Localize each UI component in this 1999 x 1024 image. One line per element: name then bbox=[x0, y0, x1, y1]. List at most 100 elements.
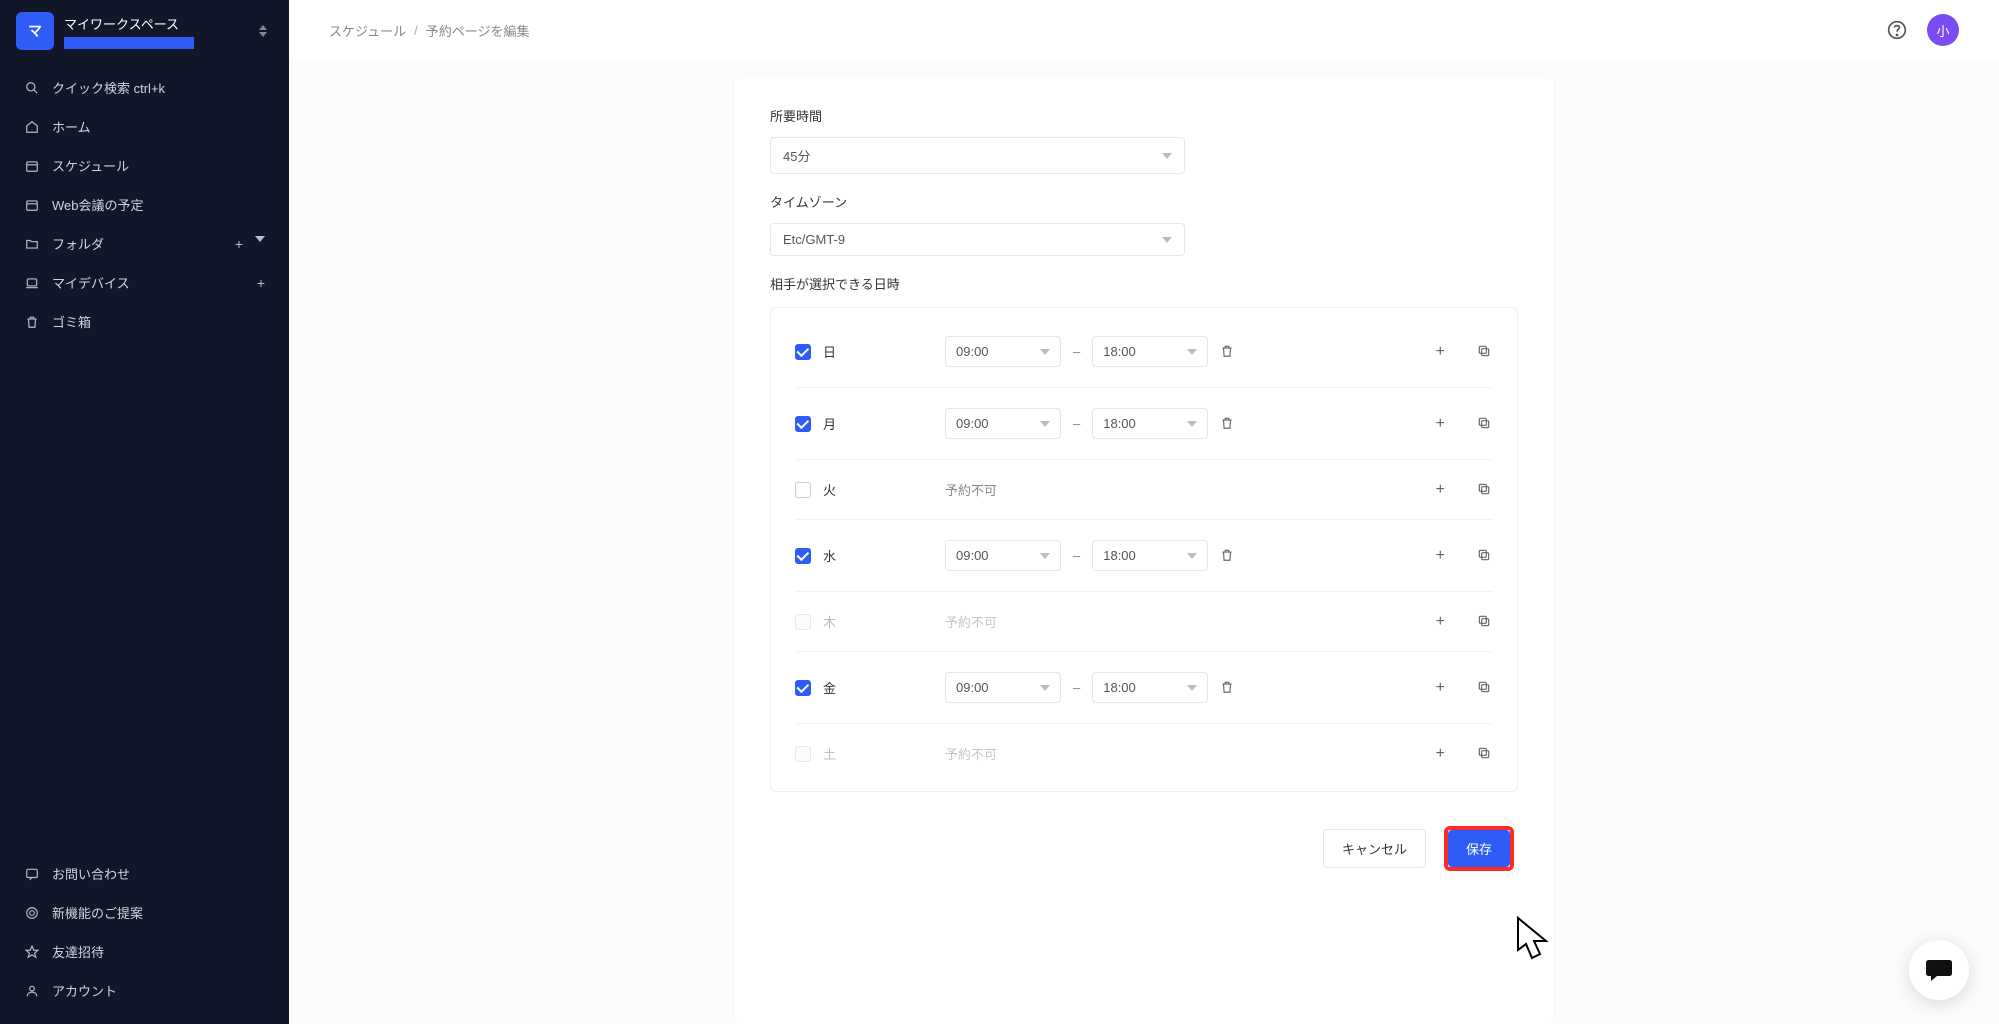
nav-list-main: クイック検索 ctrl+k ホーム スケジュール Web会議の予定 フォルダ bbox=[0, 62, 289, 347]
nav-invite[interactable]: 友達招待 bbox=[0, 932, 289, 971]
chevron-down-icon bbox=[1040, 685, 1050, 691]
nav-trash[interactable]: ゴミ箱 bbox=[0, 302, 289, 341]
calendar-icon bbox=[24, 158, 40, 174]
time-dash: – bbox=[1073, 416, 1080, 431]
availability-label: 相手が選択できる日時 bbox=[770, 274, 1518, 293]
nav-account[interactable]: アカウント bbox=[0, 971, 289, 1010]
sidebar: マ マイワークスペース クイック検索 ctrl+k ホーム スケジュ bbox=[0, 0, 289, 1024]
time-dash: – bbox=[1073, 548, 1080, 563]
copy-slot-icon[interactable] bbox=[1477, 614, 1493, 630]
folder-add-icon[interactable]: + bbox=[235, 236, 243, 252]
day-end-select[interactable]: 18:00 bbox=[1092, 408, 1208, 439]
cancel-button[interactable]: キャンセル bbox=[1323, 829, 1426, 868]
delete-slot-icon[interactable] bbox=[1220, 344, 1236, 360]
add-slot-icon[interactable]: + bbox=[1436, 745, 1445, 763]
topbar: スケジュール / 予約ページを編集 小 bbox=[289, 0, 1999, 60]
chevron-down-icon bbox=[1187, 421, 1197, 427]
day-end-select[interactable]: 18:00 bbox=[1092, 336, 1208, 367]
calendar-icon bbox=[24, 197, 40, 213]
breadcrumb-parent[interactable]: スケジュール bbox=[329, 21, 406, 40]
day-checkbox[interactable] bbox=[795, 680, 811, 696]
day-start-select[interactable]: 09:00 bbox=[945, 408, 1061, 439]
nav-folder[interactable]: フォルダ + bbox=[0, 224, 289, 263]
time-dash: – bbox=[1073, 680, 1080, 695]
day-name: 月 bbox=[823, 414, 836, 433]
day-row: 日 09:00 – 18:00 + bbox=[795, 316, 1493, 387]
folder-chevron-down-icon[interactable] bbox=[255, 236, 265, 252]
day-name: 火 bbox=[823, 480, 836, 499]
chat-icon bbox=[24, 866, 40, 882]
search-icon bbox=[24, 80, 40, 96]
day-name: 金 bbox=[823, 678, 836, 697]
form-footer: キャンセル 保存 bbox=[770, 792, 1518, 875]
day-row: 土 予約不可 + bbox=[795, 723, 1493, 783]
star-icon bbox=[24, 944, 40, 960]
day-checkbox[interactable] bbox=[795, 548, 811, 564]
add-slot-icon[interactable]: + bbox=[1436, 415, 1445, 433]
day-start-select[interactable]: 09:00 bbox=[945, 336, 1061, 367]
workspace-subtitle-highlight bbox=[64, 37, 194, 49]
workspace-badge: マ bbox=[16, 12, 54, 50]
copy-slot-icon[interactable] bbox=[1477, 416, 1493, 432]
chevron-down-icon bbox=[1187, 553, 1197, 559]
copy-slot-icon[interactable] bbox=[1477, 746, 1493, 762]
home-icon bbox=[24, 119, 40, 135]
day-checkbox[interactable] bbox=[795, 614, 811, 630]
copy-slot-icon[interactable] bbox=[1477, 344, 1493, 360]
duration-select[interactable]: 45分 bbox=[770, 137, 1185, 174]
add-slot-icon[interactable]: + bbox=[1436, 547, 1445, 565]
nav-schedule[interactable]: スケジュール bbox=[0, 146, 289, 185]
day-end-select[interactable]: 18:00 bbox=[1092, 672, 1208, 703]
device-add-icon[interactable]: + bbox=[257, 275, 265, 291]
day-row: 火 予約不可 + bbox=[795, 459, 1493, 519]
day-unavailable: 予約不可 bbox=[945, 744, 997, 763]
delete-slot-icon[interactable] bbox=[1220, 548, 1236, 564]
timezone-label: タイムゾーン bbox=[770, 192, 1518, 211]
target-icon bbox=[24, 905, 40, 921]
timezone-select[interactable]: Etc/GMT-9 bbox=[770, 223, 1185, 256]
add-slot-icon[interactable]: + bbox=[1436, 481, 1445, 499]
nav-home[interactable]: ホーム bbox=[0, 107, 289, 146]
nav-my-device[interactable]: マイデバイス + bbox=[0, 263, 289, 302]
availability-box: 日 09:00 – 18:00 + 月 09:00 – 18:00 + bbox=[770, 307, 1518, 792]
chevron-down-icon bbox=[1040, 553, 1050, 559]
delete-slot-icon[interactable] bbox=[1220, 416, 1236, 432]
day-end-select[interactable]: 18:00 bbox=[1092, 540, 1208, 571]
copy-slot-icon[interactable] bbox=[1477, 482, 1493, 498]
copy-slot-icon[interactable] bbox=[1477, 548, 1493, 564]
avatar[interactable]: 小 bbox=[1927, 14, 1959, 46]
chevron-down-icon bbox=[1040, 421, 1050, 427]
folder-icon bbox=[24, 236, 40, 252]
nav-contact[interactable]: お問い合わせ bbox=[0, 854, 289, 893]
breadcrumb-separator: / bbox=[414, 23, 418, 38]
day-checkbox[interactable] bbox=[795, 344, 811, 360]
day-checkbox[interactable] bbox=[795, 482, 811, 498]
duration-label: 所要時間 bbox=[770, 106, 1518, 125]
day-row: 金 09:00 – 18:00 + bbox=[795, 651, 1493, 723]
nav-new-features[interactable]: 新機能のご提案 bbox=[0, 893, 289, 932]
day-checkbox[interactable] bbox=[795, 416, 811, 432]
main-area: スケジュール / 予約ページを編集 小 所要時間 45分 タイムゾーン Etc/… bbox=[289, 0, 1999, 1024]
chevron-down-icon bbox=[1162, 153, 1172, 159]
day-name: 土 bbox=[823, 744, 836, 763]
chat-widget[interactable] bbox=[1909, 940, 1969, 1000]
add-slot-icon[interactable]: + bbox=[1436, 343, 1445, 361]
day-start-select[interactable]: 09:00 bbox=[945, 540, 1061, 571]
time-dash: – bbox=[1073, 344, 1080, 359]
add-slot-icon[interactable]: + bbox=[1436, 679, 1445, 697]
save-button-highlight: 保存 bbox=[1444, 826, 1514, 871]
help-icon[interactable] bbox=[1887, 20, 1907, 40]
delete-slot-icon[interactable] bbox=[1220, 680, 1236, 696]
workspace-switcher-chevron-icon[interactable] bbox=[253, 25, 273, 37]
workspace-header[interactable]: マ マイワークスペース bbox=[0, 0, 289, 62]
copy-slot-icon[interactable] bbox=[1477, 680, 1493, 696]
nav-quick-search[interactable]: クイック検索 ctrl+k bbox=[0, 68, 289, 107]
chevron-down-icon bbox=[1162, 237, 1172, 243]
breadcrumb-current: 予約ページを編集 bbox=[426, 21, 530, 40]
day-name: 水 bbox=[823, 546, 836, 565]
day-start-select[interactable]: 09:00 bbox=[945, 672, 1061, 703]
nav-web-meeting[interactable]: Web会議の予定 bbox=[0, 185, 289, 224]
save-button[interactable]: 保存 bbox=[1448, 830, 1510, 867]
add-slot-icon[interactable]: + bbox=[1436, 613, 1445, 631]
day-checkbox[interactable] bbox=[795, 746, 811, 762]
